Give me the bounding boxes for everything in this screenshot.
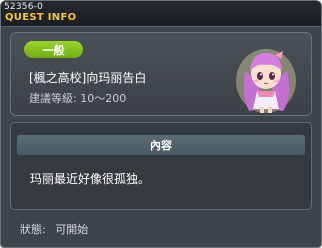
quest-name: [楓之高校]向玛丽告白	[29, 71, 147, 85]
quest-level-requirement: 建議等級: 10～200	[29, 92, 127, 105]
quest-content-panel: 內容 玛丽最近好像很孤独。	[10, 122, 312, 210]
status-label: 狀態:	[20, 223, 46, 236]
quest-info-window: 52356-0 QUEST INFO 一般 [楓之高校]向玛丽告白 建議等級: …	[0, 0, 322, 248]
quest-status: 狀態: 可開始	[20, 221, 88, 237]
status-value: 可開始	[55, 223, 89, 236]
title-bar[interactable]: 52356-0 QUEST INFO	[1, 1, 321, 27]
content-header: 內容	[17, 135, 305, 155]
quest-summary-panel: 一般 [楓之高校]向玛丽告白 建議等級: 10～200	[10, 32, 312, 116]
npc-portrait-icon	[236, 49, 296, 113]
quest-category-badge: 一般	[24, 41, 83, 58]
content-text: 玛丽最近好像很孤独。	[30, 172, 151, 186]
window-title: QUEST INFO	[5, 12, 77, 23]
title-divider	[1, 26, 321, 27]
quest-id: 52356-0	[4, 2, 44, 12]
